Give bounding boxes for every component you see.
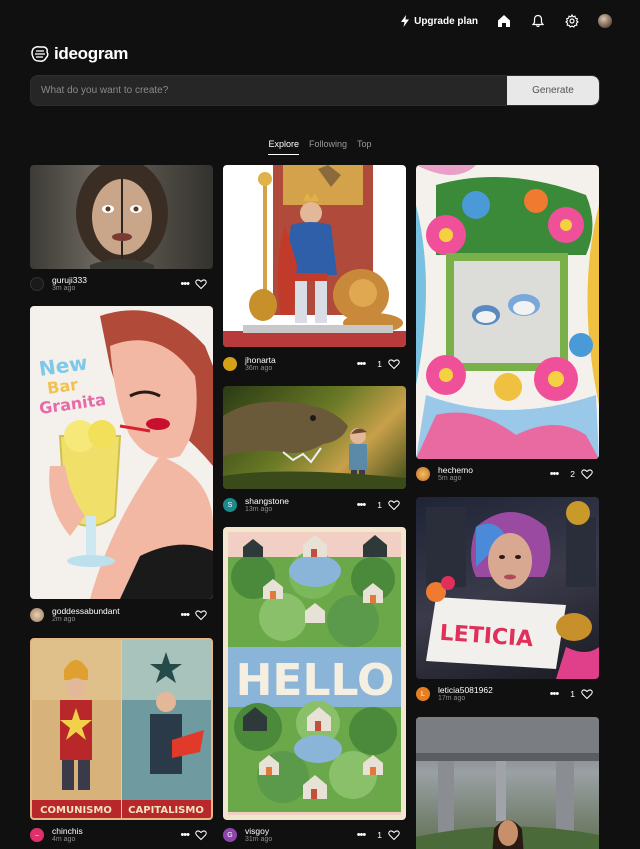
tab-top[interactable]: Top (357, 139, 372, 155)
generated-image[interactable]: HELLO (223, 527, 406, 820)
lightning-icon (401, 15, 410, 27)
heart-icon[interactable] (195, 609, 207, 621)
ideogram-logo[interactable]: ideogram (30, 44, 128, 64)
avatar[interactable] (416, 467, 430, 481)
like-count: 1 (570, 689, 575, 699)
heart-icon[interactable] (581, 468, 593, 480)
tab-following[interactable]: Following (309, 139, 347, 155)
poster-text-capitalismo: CAPITALISMO (128, 805, 204, 816)
username[interactable]: guruji333 (52, 275, 87, 285)
more-options-icon[interactable]: ••• (180, 278, 190, 290)
heart-icon[interactable] (195, 829, 207, 841)
username[interactable]: visgoy (245, 826, 272, 836)
like-count: 1 (377, 500, 382, 510)
more-options-icon[interactable]: ••• (180, 609, 190, 621)
feed-tabs: Explore Following Top (0, 139, 640, 155)
heart-icon[interactable] (388, 499, 400, 511)
heart-icon[interactable] (388, 829, 400, 841)
username[interactable]: leticia5081962 (438, 685, 493, 695)
timestamp: 5m ago (438, 474, 462, 482)
username[interactable]: chinchis (52, 826, 83, 836)
like-count: 2 (570, 469, 575, 479)
generated-image[interactable]: LETICIA (416, 497, 599, 679)
prompt-input[interactable] (31, 76, 509, 105)
generated-image[interactable] (30, 165, 213, 269)
like-count: 1 (377, 830, 382, 840)
poster-text-comunismo: COMUNISMO (40, 805, 112, 816)
avatar[interactable]: S (223, 498, 237, 512)
avatar[interactable]: – (30, 828, 44, 842)
top-nav: Upgrade plan (400, 10, 612, 32)
more-options-icon[interactable]: ••• (357, 499, 367, 511)
heart-icon[interactable] (581, 688, 593, 700)
more-options-icon[interactable]: ••• (357, 358, 367, 370)
avatar[interactable] (30, 277, 44, 291)
tab-explore[interactable]: Explore (268, 139, 299, 155)
generated-image[interactable] (223, 386, 406, 489)
generated-image[interactable] (223, 165, 406, 347)
heart-icon[interactable] (388, 358, 400, 370)
username[interactable]: jhonarta (245, 355, 276, 365)
generated-image[interactable]: COMUNISMO CAPITALISMO (30, 638, 213, 820)
timestamp: 3m ago (52, 284, 76, 292)
timestamp: 36m ago (245, 364, 273, 372)
generated-image[interactable]: New Bar Granita (30, 306, 213, 599)
home-icon[interactable] (496, 13, 512, 29)
generated-image[interactable] (416, 165, 599, 459)
more-options-icon[interactable]: ••• (180, 829, 190, 841)
username[interactable]: hechemo (438, 465, 473, 475)
username[interactable]: shangstone (245, 496, 289, 506)
timestamp: 31m ago (245, 835, 273, 843)
like-count: 1 (377, 359, 382, 369)
heart-icon[interactable] (195, 278, 207, 290)
upgrade-plan-label: Upgrade plan (414, 15, 478, 27)
more-options-icon[interactable]: ••• (550, 468, 560, 480)
gear-icon[interactable] (564, 13, 580, 29)
timestamp: 13m ago (245, 505, 273, 513)
prompt-bar: Generate (30, 75, 600, 106)
logo-mark-icon (31, 46, 49, 62)
timestamp: 4m ago (52, 835, 76, 843)
username[interactable]: goddessabundant (52, 606, 120, 616)
upgrade-plan-button[interactable]: Upgrade plan (400, 15, 478, 27)
avatar[interactable]: G (223, 828, 237, 842)
user-avatar[interactable] (598, 14, 612, 28)
avatar[interactable] (223, 357, 237, 371)
generate-button[interactable]: Generate (507, 76, 599, 105)
more-options-icon[interactable]: ••• (357, 829, 367, 841)
timestamp: 17m ago (438, 694, 466, 702)
logo-text: ideogram (54, 44, 129, 63)
avatar[interactable]: L (416, 687, 430, 701)
avatar[interactable] (30, 608, 44, 622)
bell-icon[interactable] (530, 13, 546, 29)
timestamp: 2m ago (52, 615, 76, 623)
poster-text-hello: HELLO (236, 655, 395, 706)
more-options-icon[interactable]: ••• (550, 688, 560, 700)
generated-image[interactable] (416, 717, 599, 849)
